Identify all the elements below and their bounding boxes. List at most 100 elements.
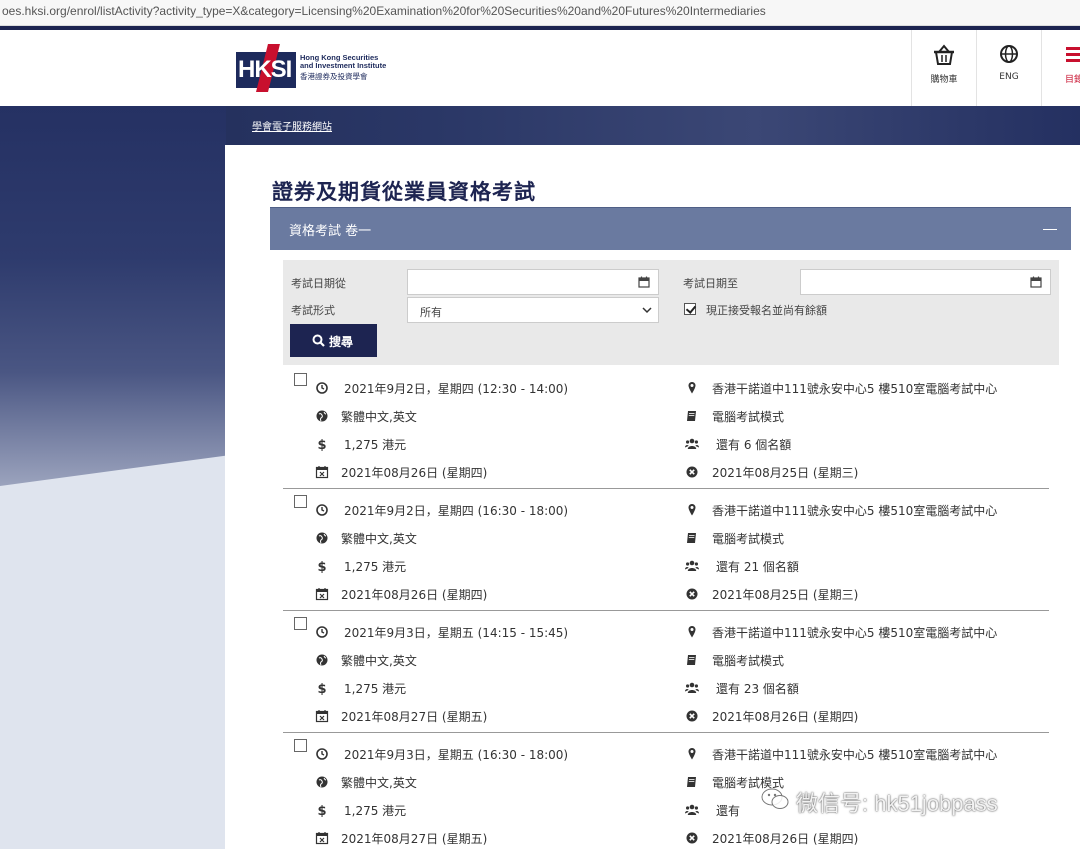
session-checkbox[interactable] — [294, 617, 307, 630]
session-mode: 電腦考試模式 — [712, 654, 785, 668]
breadcrumb-home-link[interactable]: 學會電子服務網站 — [252, 118, 332, 133]
dollar-icon: $ — [315, 436, 329, 453]
session-seats: 還有 21 個名額 — [716, 560, 799, 574]
calendar-result-icon — [315, 586, 329, 601]
location-pin-icon — [685, 746, 699, 760]
close-circle-icon — [685, 830, 699, 844]
site-header: HKSI Hong Kong Securities and Investment… — [0, 30, 1080, 106]
globe-icon — [1000, 45, 1018, 63]
search-button-label: 搜尋 — [329, 335, 354, 349]
dollar-icon: $ — [315, 680, 329, 697]
book-icon — [685, 530, 699, 544]
session-fee: 1,275 港元 — [344, 682, 407, 696]
svg-text:$: $ — [317, 682, 326, 695]
logo-chinese-name: 香港證券及投資學會 — [300, 72, 368, 81]
accordion-header[interactable]: 資格考試 卷一 — [270, 207, 1071, 250]
clock-icon — [315, 502, 329, 516]
session-seats: 還有 23 個名額 — [716, 682, 799, 696]
session-checkbox[interactable] — [294, 495, 307, 508]
dollar-icon: $ — [315, 558, 329, 575]
search-button[interactable]: 搜尋 — [290, 324, 377, 357]
close-circle-icon — [685, 708, 699, 722]
book-icon — [685, 652, 699, 666]
session-fee: 1,275 港元 — [344, 560, 407, 574]
url-text[interactable]: oes.hksi.org/enrol/listActivity?activity… — [2, 4, 766, 18]
calendar-icon[interactable] — [638, 276, 650, 288]
clock-icon — [315, 746, 329, 760]
session-venue: 香港干諾道中111號永安中心5 樓510室電腦考試中心 — [712, 626, 998, 640]
session-venue: 香港干諾道中111號永安中心5 樓510室電腦考試中心 — [712, 504, 998, 518]
available-only-label: 現正接受報名並尚有餘額 — [706, 304, 827, 317]
date-from-label: 考試日期從 — [291, 277, 346, 290]
menu-label: 目錄 — [1064, 75, 1080, 85]
logo-mark: HKSI — [236, 44, 296, 92]
session-deadline: 2021年08月26日 (星期四) — [712, 832, 859, 846]
date-to-label: 考試日期至 — [683, 277, 738, 290]
clock-icon — [315, 624, 329, 638]
logo-english-name: Hong Kong Securities and Investment Inst… — [300, 53, 387, 70]
book-icon — [685, 408, 699, 422]
session-deadline: 2021年08月26日 (星期四) — [712, 710, 859, 724]
globe-icon — [315, 652, 329, 666]
globe-icon — [315, 530, 329, 544]
svg-text:$: $ — [317, 560, 326, 573]
watermark-text: 微信号: hk51jobpass — [796, 791, 998, 816]
page-title: 證券及期貨從業員資格考試 — [272, 180, 536, 204]
session-checkbox[interactable] — [294, 739, 307, 752]
collapse-icon[interactable] — [1043, 229, 1057, 230]
session-result-date: 2021年08月27日 (星期五) — [341, 710, 488, 724]
session-fee: 1,275 港元 — [344, 438, 407, 452]
globe-icon — [315, 408, 329, 422]
calendar-icon[interactable] — [1030, 276, 1042, 288]
hamburger-icon — [1066, 47, 1080, 62]
svg-text:$: $ — [317, 804, 326, 817]
date-from-input[interactable] — [407, 269, 659, 295]
users-icon — [685, 802, 699, 816]
location-pin-icon — [685, 502, 699, 516]
users-icon — [685, 436, 699, 450]
session-checkbox[interactable] — [294, 373, 307, 386]
location-pin-icon — [685, 380, 699, 394]
available-only-checkbox[interactable] — [684, 303, 696, 315]
cart-button[interactable]: 購物車 — [911, 30, 975, 106]
language-button[interactable]: ENG — [976, 30, 1040, 106]
session-item: 2021年9月2日，星期四 (12:30 - 14:00) 香港干諾道中111號永… — [283, 367, 1049, 489]
session-fee: 1,275 港元 — [344, 804, 407, 818]
cart-label: 購物車 — [930, 75, 958, 85]
users-icon — [685, 558, 699, 572]
logo-mark-text: HKSI — [238, 56, 292, 83]
accordion-title: 資格考試 卷一 — [289, 224, 372, 239]
wechat-watermark: 微信号: hk51jobpass — [760, 782, 1060, 816]
session-result-date: 2021年08月26日 (星期四) — [341, 588, 488, 602]
session-datetime: 2021年9月3日，星期五 (14:15 - 15:45) — [344, 626, 569, 640]
session-venue: 香港干諾道中111號永安中心5 樓510室電腦考試中心 — [712, 748, 998, 762]
session-language: 繁體中文,英文 — [341, 410, 417, 424]
book-icon — [685, 774, 699, 788]
exam-mode-select[interactable]: 所有 — [407, 297, 659, 323]
chevron-down-icon — [642, 307, 652, 314]
calendar-result-icon — [315, 708, 329, 723]
search-filter-panel: 考試日期從 考試日期至 考試形式 所有 現正接受報名並尚有餘額 — [283, 260, 1059, 365]
session-result-date: 2021年08月27日 (星期五) — [341, 832, 488, 846]
session-deadline: 2021年08月25日 (星期三) — [712, 466, 859, 480]
session-datetime: 2021年9月3日，星期五 (16:30 - 18:00) — [344, 748, 569, 762]
language-label: ENG — [999, 72, 1019, 82]
location-pin-icon — [685, 624, 699, 638]
calendar-result-icon — [315, 464, 329, 479]
session-seats: 還有 — [716, 804, 741, 818]
menu-button[interactable]: 目錄 — [1041, 30, 1080, 106]
date-to-input[interactable] — [800, 269, 1051, 295]
clock-icon — [315, 380, 329, 394]
session-language: 繁體中文,英文 — [341, 654, 417, 668]
session-deadline: 2021年08月25日 (星期三) — [712, 588, 859, 602]
hksi-logo[interactable]: HKSI Hong Kong Securities and Investment… — [236, 44, 406, 94]
globe-icon — [315, 774, 329, 788]
dollar-icon: $ — [315, 802, 329, 819]
session-mode: 電腦考試模式 — [712, 410, 785, 424]
session-seats: 還有 6 個名額 — [716, 438, 792, 452]
session-language: 繁體中文,英文 — [341, 532, 417, 546]
session-item: 2021年9月3日，星期五 (14:15 - 15:45) 香港干諾道中111號永… — [283, 611, 1049, 733]
browser-url-bar[interactable]: oes.hksi.org/enrol/listActivity?activity… — [0, 0, 1080, 26]
session-result-date: 2021年08月26日 (星期四) — [341, 466, 488, 480]
session-datetime: 2021年9月2日，星期四 (16:30 - 18:00) — [344, 504, 569, 518]
